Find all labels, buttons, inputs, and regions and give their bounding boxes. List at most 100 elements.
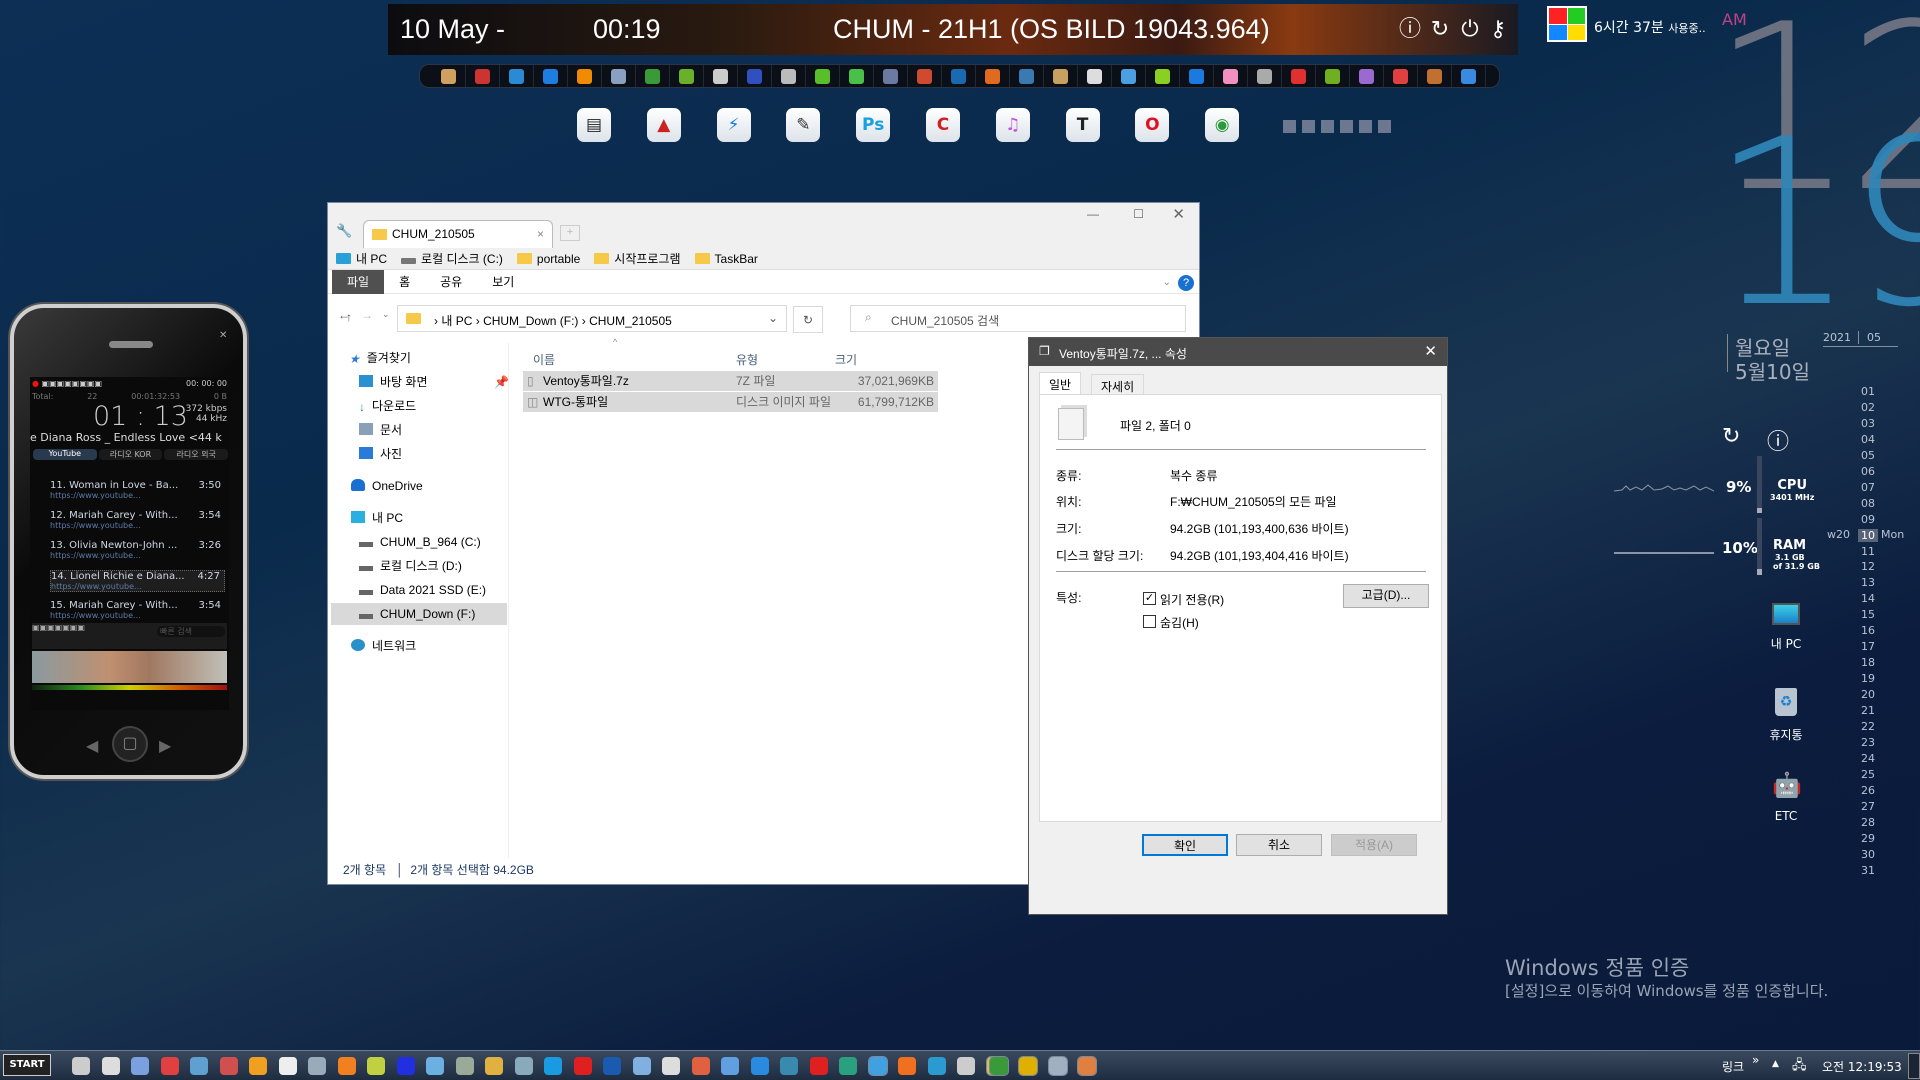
maximize-button[interactable]: ☐ xyxy=(1133,207,1144,221)
recent-dropdown[interactable]: ⌄ xyxy=(382,309,390,320)
bookmark-taskbar[interactable]: TaskBar xyxy=(694,252,758,266)
calendar-day[interactable]: 29 xyxy=(1858,832,1878,845)
address-bar[interactable]: ↑ › 내 PC › CHUM_Down (F:) › CHUM_210505 … xyxy=(346,305,787,332)
tab-youtube[interactable]: YouTube xyxy=(33,449,97,460)
calendar-day[interactable]: 12 xyxy=(1858,560,1878,573)
tools-icon[interactable] xyxy=(1452,65,1486,87)
key-icon[interactable]: ⚷ xyxy=(1486,17,1510,41)
breadcrumb-folder[interactable]: CHUM_210505 xyxy=(589,314,672,328)
bookmark-startup[interactable]: 시작프로그램 xyxy=(594,250,681,267)
gear-icon[interactable] xyxy=(101,1057,120,1075)
tray-clock[interactable]: 오전 12:19:53 xyxy=(1822,1058,1902,1075)
pen-icon[interactable] xyxy=(1248,65,1282,87)
chart-app-icon[interactable] xyxy=(466,65,500,87)
calendar-day[interactable]: 28 xyxy=(1858,816,1878,829)
printer-icon[interactable] xyxy=(455,1057,474,1075)
calendar-day[interactable]: 23 xyxy=(1858,736,1878,749)
task-view-icon[interactable] xyxy=(72,1057,90,1075)
ribbon-tab-file[interactable]: 파일 xyxy=(332,269,385,294)
calendar-day[interactable]: 16 xyxy=(1858,624,1878,637)
installer-icon[interactable] xyxy=(1044,65,1078,87)
search-input[interactable]: ⌕ CHUM_210505 검색 xyxy=(850,305,1186,332)
nav-drive-f[interactable]: CHUM_Down (F:) xyxy=(331,603,507,625)
chart-icon[interactable]: ▲ xyxy=(646,108,681,142)
record-icon[interactable]: ● xyxy=(32,379,39,388)
page-dot[interactable] xyxy=(1321,120,1334,133)
help-icon[interactable]: ? xyxy=(1178,275,1194,291)
disc-burner-icon[interactable] xyxy=(432,65,466,87)
tab-radio-foreign[interactable]: 라디오 외국 xyxy=(164,449,229,460)
ribbon-expand-icon[interactable]: ⌄ xyxy=(1163,277,1171,288)
playlist-item[interactable]: 15. Mariah Carey - With... https://www.yo… xyxy=(50,600,225,620)
start-button[interactable]: START xyxy=(3,1054,51,1076)
shield-icon[interactable] xyxy=(160,1057,179,1075)
page-dot[interactable] xyxy=(1340,120,1353,133)
moon-icon[interactable] xyxy=(632,1057,651,1075)
red-doc-icon[interactable] xyxy=(1282,65,1316,87)
tool-icon[interactable] xyxy=(190,1057,208,1075)
typora-icon[interactable]: T xyxy=(1065,108,1100,142)
backup-icon[interactable] xyxy=(1010,65,1044,87)
column-type[interactable]: 유형 xyxy=(736,351,758,368)
column-name[interactable]: 이름 xyxy=(533,351,555,368)
calendar-day[interactable]: 08 xyxy=(1858,497,1878,510)
edge-new-icon[interactable] xyxy=(927,1057,946,1075)
power-icon[interactable]: ⏻ xyxy=(1458,17,1482,41)
game-icon[interactable] xyxy=(278,1057,297,1075)
calendar-day[interactable]: 15 xyxy=(1858,608,1878,621)
restart-icon[interactable]: ↻ xyxy=(1428,17,1452,41)
minimize-button[interactable]: — xyxy=(1087,207,1099,221)
breadcrumb-drive-f[interactable]: CHUM_Down (F:) xyxy=(483,314,578,328)
windows-tiles-icon[interactable] xyxy=(1112,65,1146,87)
bitcoin-icon[interactable] xyxy=(249,1057,267,1075)
new-tab-button[interactable]: + xyxy=(560,225,580,241)
calendar-day[interactable]: 14 xyxy=(1858,592,1878,605)
advanced-button[interactable]: 고급(D)... xyxy=(1343,584,1429,608)
forward-button[interactable]: → xyxy=(361,308,373,322)
calendar-day[interactable]: 06 xyxy=(1858,465,1878,478)
calendar-day[interactable]: 11 xyxy=(1858,545,1878,558)
calendar-day[interactable]: 07 xyxy=(1858,481,1878,494)
circle-icon[interactable] xyxy=(396,1057,415,1075)
nav-desktop[interactable]: 바탕 화면 📌 xyxy=(359,371,509,393)
tab-general[interactable]: 일반 xyxy=(1039,372,1082,394)
nav-drive-d[interactable]: 로컬 디스크 (D:) xyxy=(359,555,462,577)
bookmark-portable[interactable]: portable xyxy=(516,252,580,266)
itunes-icon[interactable]: ♫ xyxy=(995,108,1030,142)
ccleaner-icon[interactable] xyxy=(691,1057,710,1075)
pink-windows-icon[interactable] xyxy=(1214,65,1248,87)
red-globe-icon[interactable] xyxy=(573,1057,592,1075)
quick-search-input[interactable]: 빠른 검색 xyxy=(157,626,225,637)
calendar-day[interactable]: 26 xyxy=(1858,784,1878,797)
opera-icon[interactable] xyxy=(809,1057,828,1075)
breadcrumb-my-pc[interactable]: 내 PC xyxy=(441,314,472,328)
paint-icon[interactable] xyxy=(1077,1056,1097,1076)
chrome-icon[interactable] xyxy=(988,1056,1009,1076)
calendar-day[interactable]: 03 xyxy=(1858,417,1878,430)
calendar-day[interactable]: 30 xyxy=(1858,848,1878,861)
tab-details[interactable]: 자세히 xyxy=(1091,374,1145,394)
page-dot[interactable] xyxy=(1378,120,1391,133)
calendar-day[interactable]: 25 xyxy=(1858,768,1878,781)
photoshop-icon[interactable] xyxy=(942,65,976,87)
close-button[interactable]: ✕ xyxy=(1172,205,1185,223)
close-icon[interactable]: ✕ xyxy=(219,330,227,341)
partition-icon[interactable] xyxy=(908,65,942,87)
links-toolbar[interactable]: 링크 xyxy=(1722,1058,1744,1075)
playlist-item[interactable]: 11. Woman in Love - Ba... https://www.you… xyxy=(50,480,225,500)
calendar-day[interactable]: 09 xyxy=(1858,513,1878,526)
home-button[interactable]: ▢ xyxy=(112,726,148,762)
links-chevron[interactable]: » xyxy=(1752,1053,1759,1067)
calendar-day[interactable]: 02 xyxy=(1858,401,1878,414)
calendar-day[interactable]: 27 xyxy=(1858,800,1878,813)
shutdown-icon[interactable]: ⓘ xyxy=(1767,424,1789,456)
nav-network[interactable]: 네트워크 xyxy=(351,635,416,657)
ribbon-tab-view[interactable]: 보기 xyxy=(477,270,529,294)
calendar-day[interactable]: 13 xyxy=(1858,576,1878,589)
box-icon[interactable] xyxy=(1418,65,1452,87)
calendar-day[interactable]: 01 xyxy=(1858,385,1878,398)
settings-icon[interactable] xyxy=(874,65,908,87)
tiles-icon[interactable] xyxy=(426,1057,444,1075)
address-dropdown[interactable]: ⌄ xyxy=(768,311,778,325)
cancel-button[interactable]: 취소 xyxy=(1236,834,1322,856)
